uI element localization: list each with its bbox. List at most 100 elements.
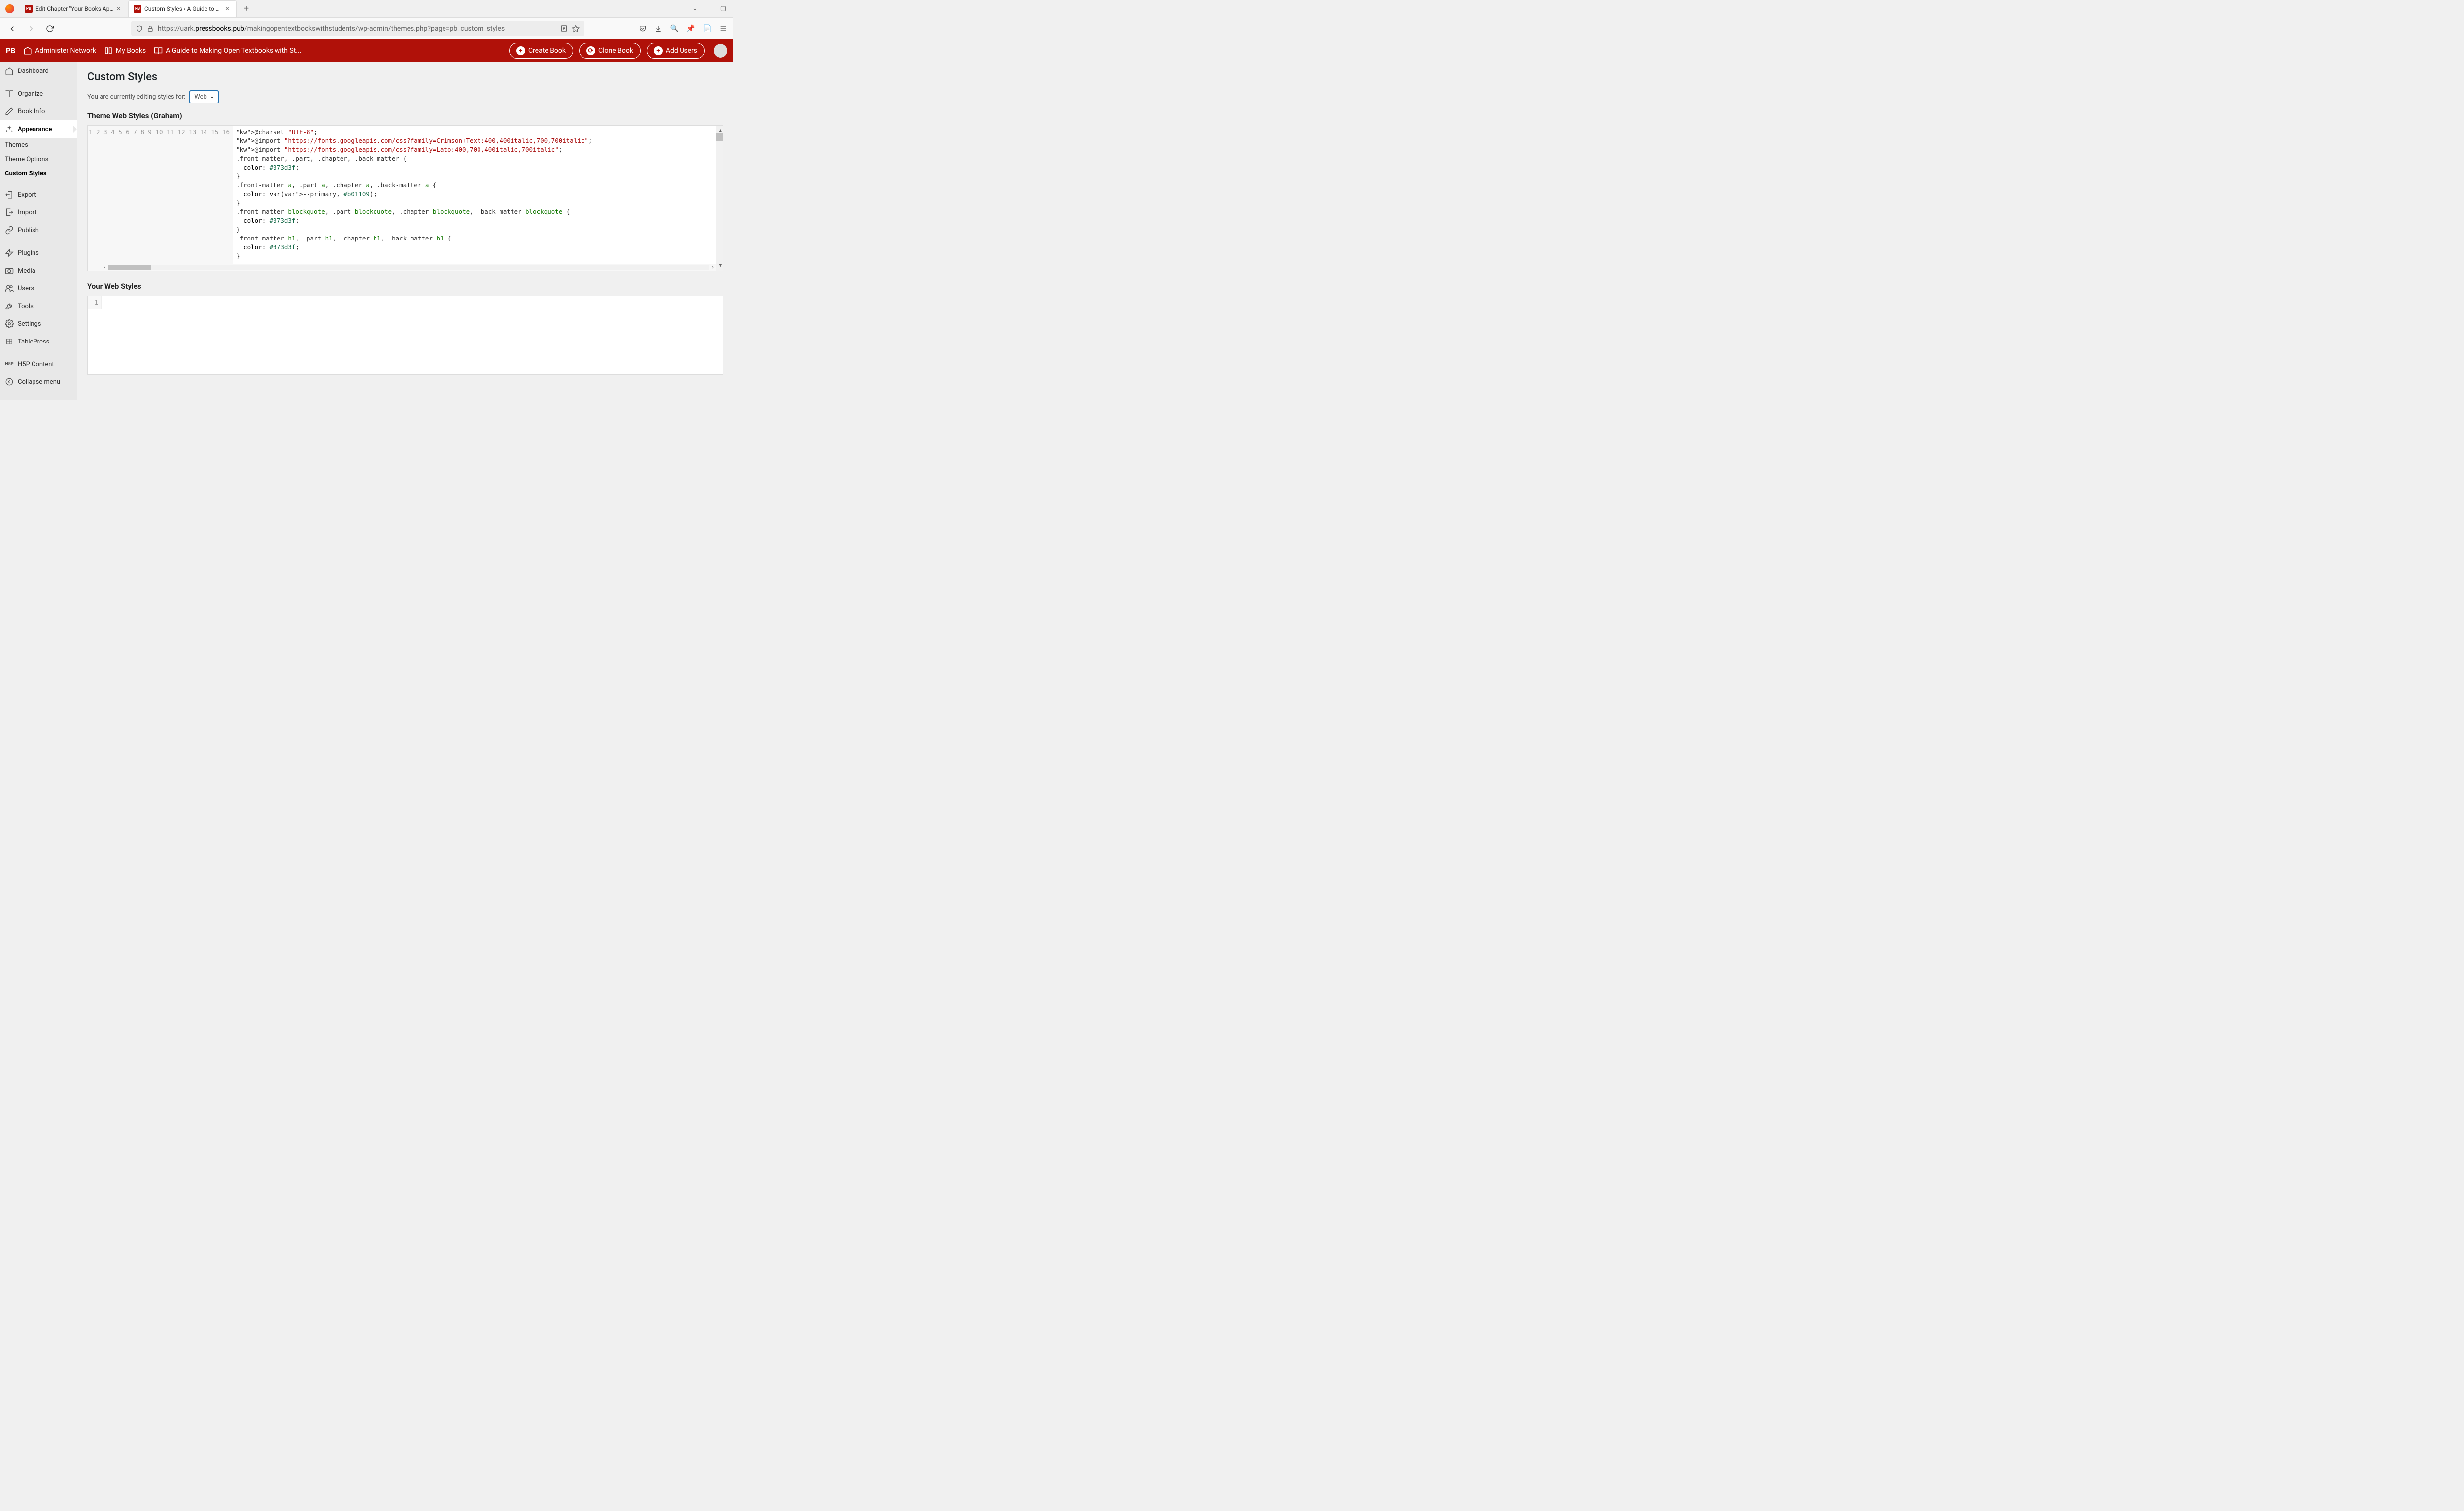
my-books-link[interactable]: My Books	[104, 46, 146, 55]
line-gutter: 1 2 3 4 5 6 7 8 9 10 11 12 13 14 15 16	[88, 126, 233, 271]
sidebar-import[interactable]: Import	[0, 204, 77, 221]
forward-button[interactable]	[25, 22, 37, 35]
plus-icon: +	[516, 46, 525, 55]
close-icon[interactable]: ×	[115, 5, 123, 13]
sidebar-bookinfo[interactable]: Book Info	[0, 103, 77, 120]
horizontal-scrollbar[interactable]: ‹ ›	[102, 264, 716, 271]
avatar[interactable]	[714, 44, 727, 58]
sidebar-dashboard[interactable]: Dashboard	[0, 62, 77, 80]
create-book-button[interactable]: + Create Book	[509, 43, 573, 59]
plugin-icon	[5, 248, 14, 257]
theme-styles-heading: Theme Web Styles (Graham)	[87, 111, 723, 120]
sparkle-icon	[5, 125, 14, 134]
sidebar-tools[interactable]: Tools	[0, 297, 77, 315]
book-title-label: A Guide to Making Open Textbooks with St…	[166, 47, 301, 55]
sidebar-item-label: Collapse menu	[18, 378, 60, 386]
sidebar-item-label: Media	[18, 267, 35, 275]
sidebar-item-label: Import	[18, 209, 37, 216]
sidebar-item-label: Users	[18, 285, 34, 292]
address-bar[interactable]: https://uark.pressbooks.pub/makingopente…	[131, 21, 584, 36]
extension-icon-1[interactable]: 🔍	[670, 25, 679, 33]
sidebar-media[interactable]: Media	[0, 262, 77, 279]
sidebar-publish[interactable]: Publish	[0, 221, 77, 239]
home-icon	[5, 67, 14, 75]
sidebar-item-label: Settings	[18, 320, 41, 328]
browser-tab-2[interactable]: PB Custom Styles ‹ A Guide to Mak... ×	[128, 0, 237, 17]
code-area[interactable]	[102, 296, 723, 309]
sidebar-item-label: Book Info	[18, 108, 45, 115]
maximize-icon[interactable]: ▢	[720, 5, 726, 12]
camera-icon	[5, 266, 14, 275]
sidebar-customstyles[interactable]: Custom Styles	[0, 167, 77, 181]
sidebar-export[interactable]: Export	[0, 186, 77, 204]
sidebar-h5p[interactable]: H5P H5P Content	[0, 355, 77, 373]
book-title-link[interactable]: A Guide to Making Open Textbooks with St…	[154, 46, 301, 55]
sidebar-appearance[interactable]: Appearance	[0, 120, 77, 138]
administer-network-link[interactable]: Administer Network	[23, 46, 96, 55]
sidebar-item-label: Organize	[18, 90, 43, 98]
sidebar-item-label: Plugins	[18, 249, 39, 257]
tabs-dropdown-icon[interactable]: ⌄	[692, 5, 698, 12]
pocket-icon[interactable]	[639, 25, 647, 33]
tab-favicon: PB	[134, 5, 141, 13]
sidebar-settings[interactable]: Settings	[0, 315, 77, 333]
page-title: Custom Styles	[87, 71, 723, 83]
extension-icon-3[interactable]: 📄	[703, 25, 712, 33]
bookmark-star-icon[interactable]	[572, 25, 580, 33]
sidebar-item-label: Publish	[18, 227, 39, 234]
sidebar-item-label: Tools	[18, 303, 34, 310]
sidebar-collapse[interactable]: Collapse menu	[0, 373, 77, 391]
browser-tab-1[interactable]: PB Edit Chapter "Your Books Appea... ×	[20, 0, 128, 17]
code-area[interactable]: "kw">@charset "UTF-8"; "kw">@import "htt…	[233, 126, 723, 271]
sidebar-item-label: H5P Content	[18, 361, 54, 368]
users-icon	[5, 284, 14, 293]
sidebar-themes[interactable]: Themes	[0, 138, 77, 152]
clone-book-label: Clone Book	[598, 47, 633, 55]
styles-target-select[interactable]: Web	[189, 90, 219, 103]
shield-icon	[136, 25, 143, 32]
back-button[interactable]	[6, 22, 19, 35]
create-book-label: Create Book	[528, 47, 566, 55]
theme-styles-editor[interactable]: 1 2 3 4 5 6 7 8 9 10 11 12 13 14 15 16 "…	[87, 125, 723, 271]
sidebar-item-label: TablePress	[18, 338, 49, 345]
administer-label: Administer Network	[35, 47, 96, 55]
link-icon	[5, 226, 14, 235]
clone-book-button[interactable]: ⟳ Clone Book	[579, 43, 641, 59]
line-gutter: 1	[88, 296, 102, 309]
tab-favicon: PB	[25, 5, 33, 13]
firefox-logo	[0, 4, 20, 13]
sidebar-users[interactable]: Users	[0, 279, 77, 297]
extension-icon-2[interactable]: 📌	[686, 25, 695, 33]
your-styles-editor[interactable]: 1	[87, 296, 723, 375]
clone-icon: ⟳	[586, 46, 595, 55]
h5p-icon: H5P	[5, 360, 14, 369]
sidebar-item-label: Export	[18, 191, 36, 199]
your-styles-heading: Your Web Styles	[87, 282, 723, 291]
sidebar-plugins[interactable]: Plugins	[0, 244, 77, 262]
reload-button[interactable]	[43, 22, 56, 35]
download-icon[interactable]	[654, 25, 662, 33]
edit-icon	[5, 107, 14, 116]
minimize-icon[interactable]: —	[707, 5, 712, 12]
close-icon[interactable]: ×	[223, 5, 231, 13]
sidebar-tablepress[interactable]: TablePress	[0, 333, 77, 350]
building-icon	[23, 46, 32, 55]
browser-toolbar: https://uark.pressbooks.pub/makingopente…	[0, 18, 733, 39]
gear-icon	[5, 319, 14, 328]
menu-icon[interactable]	[719, 25, 727, 33]
sidebar-item-label: Appearance	[18, 126, 52, 133]
wrench-icon	[5, 302, 14, 310]
browser-tab-strip: PB Edit Chapter "Your Books Appea... × P…	[0, 0, 733, 18]
admin-sidebar: Dashboard Organize Book Info Appearance …	[0, 62, 77, 400]
add-users-button[interactable]: + Add Users	[647, 43, 705, 59]
vertical-scrollbar[interactable]: ▲ ▼	[716, 126, 723, 271]
user-plus-icon: +	[654, 46, 663, 55]
tab-title: Custom Styles ‹ A Guide to Mak...	[144, 5, 223, 12]
mybooks-label: My Books	[116, 47, 146, 55]
reader-icon[interactable]	[560, 25, 568, 32]
pressbooks-logo[interactable]: PB	[6, 46, 15, 55]
new-tab-button[interactable]: +	[240, 2, 253, 16]
sidebar-organize[interactable]: Organize	[0, 85, 77, 103]
sidebar-themeoptions[interactable]: Theme Options	[0, 152, 77, 167]
tab-title: Edit Chapter "Your Books Appea...	[35, 5, 115, 12]
